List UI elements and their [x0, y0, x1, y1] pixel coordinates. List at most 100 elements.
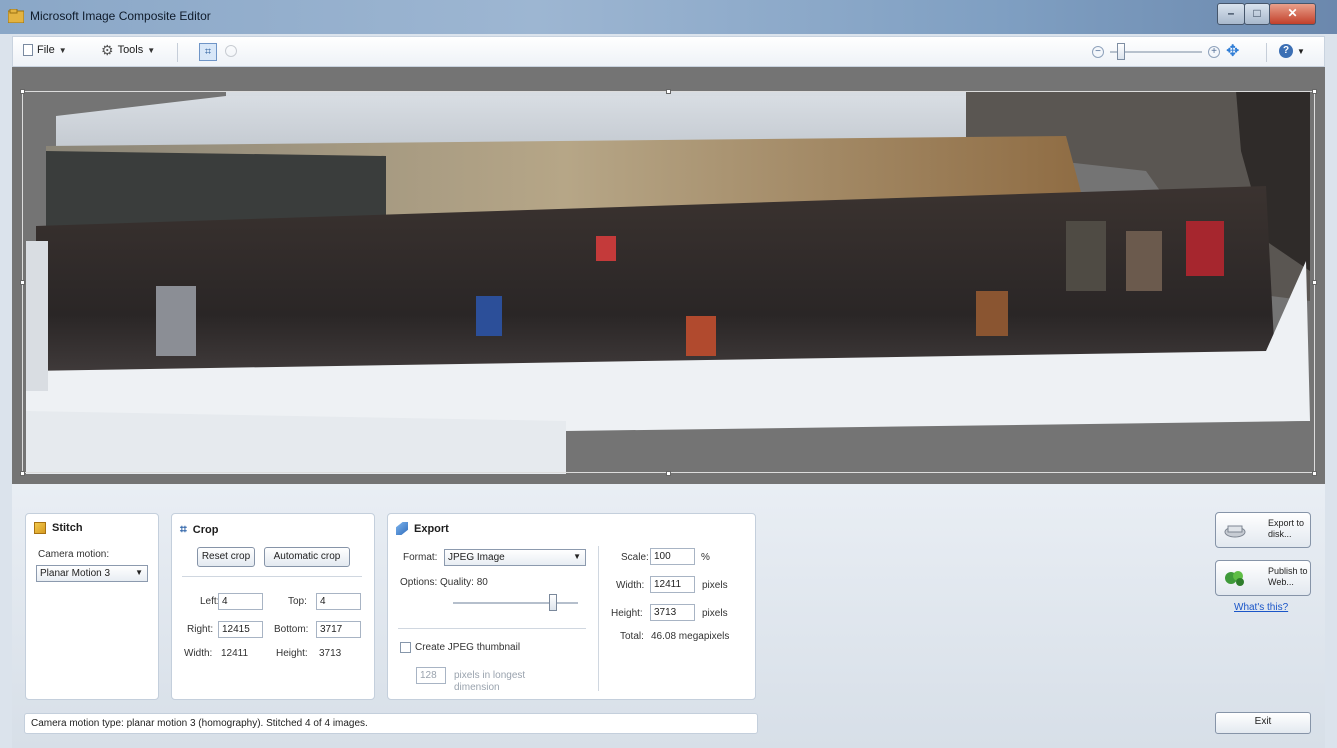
- publish-to-web-label: Publish to Web...: [1268, 566, 1308, 587]
- crop-top-input[interactable]: 4: [316, 593, 361, 610]
- chevron-down-icon: ▼: [135, 568, 143, 577]
- zoom-in-button[interactable]: +: [1208, 46, 1220, 58]
- crop-handle[interactable]: [20, 89, 25, 94]
- export-icon: [396, 522, 408, 535]
- format-select[interactable]: JPEG Image ▼: [444, 549, 586, 566]
- publish-icon: [1225, 571, 1244, 586]
- reset-crop-button[interactable]: Reset crop: [197, 547, 255, 567]
- export-title: Export: [414, 522, 449, 535]
- export-panel: Export Format: JPEG Image ▼ Options: Qua…: [387, 513, 756, 700]
- toolbar: File ▼ ⚙ Tools ▼ ⌗ − + ✥ ? ▼: [12, 36, 1325, 67]
- minimize-icon: –: [1227, 6, 1235, 20]
- camera-motion-select[interactable]: Planar Motion 3 ▼: [36, 565, 148, 582]
- crop-panel: ⌗ Crop Reset crop Automatic crop Left: 4…: [171, 513, 375, 700]
- file-menu-label: File: [37, 44, 55, 56]
- whats-this-link[interactable]: What's this?: [1234, 602, 1288, 613]
- tools-menu-label: Tools: [117, 44, 144, 56]
- scale-unit: %: [701, 552, 710, 563]
- thumbnail-unit: pixels in longest dimension: [454, 670, 526, 693]
- export-width-label: Width:: [616, 580, 645, 591]
- fit-to-window-icon[interactable]: ✥: [1226, 43, 1239, 61]
- settings-area: Stitch Camera motion: Planar Motion 3 ▼ …: [12, 484, 1325, 748]
- status-bar: Camera motion type: planar motion 3 (hom…: [24, 713, 758, 734]
- quality-label: Options: Quality: 80: [400, 577, 488, 588]
- crop-handle[interactable]: [20, 471, 25, 476]
- thumbnail-size-input[interactable]: 128: [416, 667, 446, 684]
- chevron-down-icon: ▼: [147, 45, 156, 55]
- camera-motion-label: Camera motion:: [38, 549, 110, 560]
- panorama-canvas[interactable]: [12, 67, 1325, 484]
- format-label: Format:: [403, 552, 438, 563]
- crop-handle[interactable]: [20, 280, 25, 285]
- maximize-button[interactable]: □: [1244, 3, 1270, 25]
- chevron-down-icon: ▼: [573, 552, 581, 561]
- total-value: 46.08 megapixels: [651, 631, 730, 642]
- crop-left-label: Left:: [200, 596, 220, 607]
- minimize-button[interactable]: –: [1217, 3, 1245, 25]
- window-title: Microsoft Image Composite Editor: [30, 9, 211, 23]
- chevron-down-icon[interactable]: ▼: [1297, 47, 1305, 56]
- maximize-icon: □: [1253, 6, 1261, 20]
- thumbnail-checkbox[interactable]: [400, 642, 411, 653]
- automatic-crop-button[interactable]: Automatic crop: [264, 547, 350, 567]
- crop-height-label: Height:: [276, 648, 308, 659]
- format-value: JPEG Image: [448, 552, 505, 563]
- crop-handle[interactable]: [666, 471, 671, 476]
- export-to-disk-button[interactable]: Export to disk...: [1215, 512, 1311, 548]
- crop-handle[interactable]: [1312, 89, 1317, 94]
- camera-motion-value: Planar Motion 3: [40, 568, 111, 579]
- export-width-unit: pixels: [702, 580, 728, 591]
- zoom-out-button[interactable]: −: [1092, 46, 1104, 58]
- scale-label: Scale:: [621, 552, 649, 563]
- crop-bottom-input[interactable]: 3717: [316, 621, 361, 638]
- crop-icon: ⌗: [204, 46, 212, 58]
- crop-width-label: Width:: [184, 648, 213, 659]
- title-bar: Microsoft Image Composite Editor – □ ✕: [0, 0, 1337, 34]
- crop-right-input[interactable]: 12415: [218, 621, 263, 638]
- divider: [598, 546, 599, 691]
- scale-input[interactable]: 100: [650, 548, 695, 565]
- file-menu[interactable]: File ▼: [23, 44, 67, 56]
- crop-left-input[interactable]: 4: [218, 593, 263, 610]
- toolbar-separator: [177, 43, 178, 62]
- divider: [398, 628, 586, 629]
- crop-handle[interactable]: [666, 89, 671, 94]
- document-icon: [23, 44, 33, 56]
- toolbar-separator: [1266, 43, 1267, 62]
- exit-button[interactable]: Exit: [1215, 712, 1311, 734]
- close-icon: ✕: [1287, 6, 1298, 20]
- crop-title: Crop: [192, 523, 219, 536]
- zoom-slider-thumb[interactable]: [1117, 43, 1126, 60]
- rotate-tool-icon[interactable]: [225, 45, 237, 57]
- crop-width-value: 12411: [221, 648, 249, 659]
- close-button[interactable]: ✕: [1269, 3, 1316, 25]
- crop-handle[interactable]: [1312, 471, 1317, 476]
- crop-top-label: Top:: [288, 596, 307, 607]
- tools-menu[interactable]: ⚙ Tools ▼: [101, 41, 156, 58]
- zoom-in-icon: +: [1211, 46, 1217, 57]
- quality-slider-thumb[interactable]: [549, 594, 557, 611]
- export-header: Export: [396, 522, 449, 535]
- help-icon[interactable]: ?: [1279, 44, 1293, 58]
- export-height-unit: pixels: [702, 608, 728, 619]
- crop-tool-button[interactable]: ⌗: [199, 43, 217, 61]
- stitch-icon: [34, 522, 46, 534]
- crop-frame[interactable]: [22, 91, 1315, 473]
- crop-right-label: Right:: [187, 624, 214, 635]
- disk-icon: [1224, 525, 1246, 538]
- divider: [182, 576, 362, 577]
- export-width-input[interactable]: 12411: [650, 576, 695, 593]
- app-icon: [8, 9, 24, 23]
- quality-slider-track[interactable]: [453, 602, 578, 604]
- export-height-input[interactable]: 3713: [650, 604, 695, 621]
- stitch-header: Stitch: [34, 522, 83, 534]
- crop-icon: ⌗: [180, 522, 187, 536]
- stitch-panel: Stitch Camera motion: Planar Motion 3 ▼: [25, 513, 159, 700]
- export-height-label: Height:: [611, 608, 643, 619]
- gear-icon: ⚙: [101, 41, 114, 58]
- thumbnail-label: Create JPEG thumbnail: [415, 642, 521, 653]
- crop-handle[interactable]: [1312, 280, 1317, 285]
- zoom-out-icon: −: [1095, 46, 1101, 57]
- stitch-title: Stitch: [52, 522, 83, 534]
- publish-to-web-button[interactable]: Publish to Web...: [1215, 560, 1311, 596]
